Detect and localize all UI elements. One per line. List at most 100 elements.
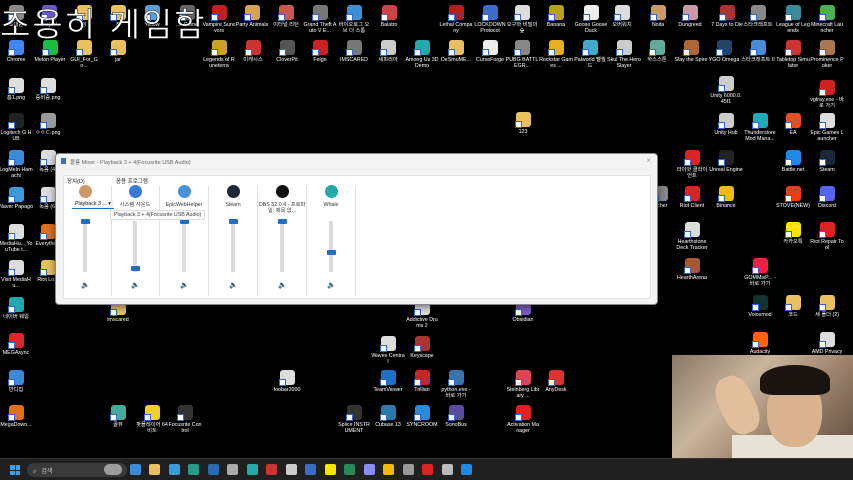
mute-button[interactable]: 🔈 bbox=[81, 281, 90, 289]
mute-button[interactable]: 🔈 bbox=[327, 281, 336, 289]
desktop-icon[interactable]: Steam bbox=[810, 150, 844, 173]
desktop-icon[interactable]: Party Animals bbox=[235, 5, 269, 28]
desktop-icon[interactable]: Discord bbox=[810, 186, 844, 209]
desktop-icon[interactable]: MediaHu... YouTube t... bbox=[0, 224, 33, 254]
desktop-icon[interactable]: 네이버 웨일 bbox=[0, 297, 33, 320]
desktop-icon[interactable]: Rockstar Games ... bbox=[539, 40, 573, 70]
desktop-icon[interactable]: Vampire Survivors bbox=[202, 5, 236, 35]
desktop-icon[interactable]: Tabletop Simulator bbox=[776, 40, 810, 70]
desktop-icon[interactable]: 오구와 비밀의 숲 bbox=[505, 5, 539, 35]
desktop-icon[interactable]: CloverPit bbox=[270, 40, 304, 63]
desktop-icon[interactable]: Visit MediaHu... bbox=[0, 260, 33, 290]
taskbar-obs-icon[interactable] bbox=[266, 464, 277, 475]
desktop-icon[interactable]: Goose Goose Duck bbox=[574, 5, 608, 35]
taskbar-binance-icon[interactable] bbox=[383, 464, 394, 475]
taskbar-kakaotalk-icon[interactable] bbox=[324, 464, 336, 475]
desktop-icon[interactable]: CurseForge bbox=[473, 40, 507, 63]
desktop-icon[interactable]: Steinberg Library ... bbox=[506, 370, 540, 400]
taskbar-whale-icon[interactable] bbox=[246, 464, 258, 475]
desktop-icon[interactable]: Logitech G HUB bbox=[0, 113, 33, 143]
volume-slider-thumb[interactable] bbox=[131, 265, 140, 271]
desktop-icon[interactable]: 7 Days to Die bbox=[710, 5, 744, 28]
desktop-icon[interactable]: Balatro bbox=[372, 5, 406, 28]
taskbar-app-gray-icon[interactable] bbox=[227, 464, 238, 475]
desktop-icon[interactable]: Grand Theft Auto V E... bbox=[303, 5, 337, 35]
taskbar-discord-icon[interactable] bbox=[363, 464, 375, 475]
desktop-icon[interactable]: DeSmuME... bbox=[439, 40, 473, 63]
desktop-icon[interactable]: HearthArena bbox=[675, 258, 709, 281]
desktop-icon[interactable]: Cubase 13 bbox=[371, 405, 405, 428]
desktop-icon[interactable]: Noita bbox=[641, 5, 675, 28]
volume-slider-thumb[interactable] bbox=[278, 219, 287, 224]
desktop-icon[interactable]: 하스스톤 bbox=[640, 40, 674, 63]
desktop-icon[interactable]: Voicemod bbox=[743, 295, 777, 318]
start-button[interactable] bbox=[10, 465, 20, 475]
desktop-icon[interactable]: Binance bbox=[709, 186, 743, 209]
desktop-icon[interactable]: IMSCARED bbox=[337, 40, 371, 63]
taskbar-edge-icon[interactable] bbox=[188, 464, 199, 475]
taskbar-riot-icon[interactable] bbox=[422, 464, 433, 475]
desktop-icon[interactable]: 흠1.png bbox=[0, 78, 33, 101]
desktop-icon[interactable]: Unity Hub bbox=[709, 113, 743, 136]
desktop-icon[interactable]: 오버워치 bbox=[605, 5, 639, 28]
volume-slider[interactable] bbox=[280, 221, 284, 272]
desktop-icon[interactable]: 반디집 bbox=[0, 370, 33, 393]
desktop-icon[interactable]: Skul The Hero Slayer bbox=[607, 40, 641, 70]
volume-slider-thumb[interactable] bbox=[327, 249, 336, 255]
desktop-icon[interactable]: 미캐시스 bbox=[236, 40, 270, 63]
desktop-icon[interactable]: Banana bbox=[539, 5, 573, 28]
desktop-icon[interactable]: 중비중.png bbox=[31, 78, 65, 101]
volume-slider[interactable] bbox=[182, 221, 186, 272]
desktop-icon[interactable]: Audacity bbox=[743, 332, 777, 355]
taskbar-epic-icon[interactable] bbox=[402, 464, 414, 475]
desktop-icon[interactable]: MegaDown... bbox=[0, 405, 33, 428]
desktop-icon[interactable]: SonoBus bbox=[439, 405, 473, 428]
desktop-icon[interactable]: League of Legends bbox=[776, 5, 810, 35]
desktop-icon[interactable]: Unreal Engine bbox=[709, 150, 743, 173]
desktop-icon[interactable]: 꿀뷰 bbox=[101, 405, 135, 428]
desktop-icon[interactable]: LogMeIn Hamachi bbox=[0, 150, 33, 180]
desktop-icon[interactable]: Riot Client bbox=[675, 186, 709, 209]
desktop-icon[interactable]: 123 bbox=[506, 112, 540, 135]
desktop-icon[interactable]: 스타크래프트 II bbox=[741, 40, 775, 63]
volume-slider-thumb[interactable] bbox=[229, 219, 238, 224]
mute-button[interactable]: 🔈 bbox=[229, 281, 238, 289]
desktop-icon[interactable]: Legends of Runeterra bbox=[202, 40, 236, 70]
volume-slider[interactable] bbox=[133, 221, 137, 272]
desktop-icon[interactable]: 카카오톡 bbox=[776, 222, 810, 245]
desktop-icon[interactable]: 이터널 리턴 bbox=[269, 5, 303, 28]
title-bar[interactable]: 볼륨 Mixer - Playback 3 + 4(Focusrite USB … bbox=[56, 154, 657, 168]
desktop-icon[interactable]: 라이엇 클라이언트 bbox=[675, 150, 709, 180]
desktop-icon[interactable]: Prominence Poker bbox=[810, 40, 844, 70]
taskbar-app-light-icon[interactable] bbox=[441, 464, 453, 475]
desktop-icon[interactable]: Minecraft Launcher bbox=[810, 5, 844, 35]
mute-button[interactable]: 🔈 bbox=[180, 281, 189, 289]
close-button[interactable]: × bbox=[646, 156, 651, 165]
desktop-icon[interactable]: Activation Manager bbox=[506, 405, 540, 435]
desktop-icon[interactable]: Lethal Company bbox=[439, 5, 473, 35]
desktop-icon[interactable]: vgtray.exe - 바로 가기 bbox=[810, 80, 844, 110]
mute-button[interactable]: 🔈 bbox=[131, 281, 140, 289]
taskbar-file-explorer-icon[interactable] bbox=[149, 464, 160, 475]
desktop-icon[interactable]: 스타크래프트 bbox=[741, 5, 775, 28]
desktop-icon[interactable]: Focusrite Control bbox=[168, 405, 202, 435]
desktop-icon[interactable]: TeamViewer bbox=[371, 370, 405, 393]
taskbar-app-blue-icon[interactable] bbox=[207, 464, 219, 475]
desktop-icon[interactable]: GOMMixP... - 바로 가기 bbox=[743, 258, 777, 288]
desktop-icon[interactable]: Riot Repair Tool bbox=[810, 222, 844, 252]
taskbar-photos-icon[interactable] bbox=[129, 464, 141, 475]
desktop-icon[interactable]: MEGAsync bbox=[0, 333, 33, 356]
desktop-icon[interactable]: STOVE(NEW) bbox=[776, 186, 810, 209]
volume-slider[interactable] bbox=[83, 221, 87, 272]
device-select[interactable]: Playback 3 ... ▾ bbox=[72, 200, 114, 209]
desktop-icon[interactable]: 코드 bbox=[776, 295, 810, 318]
desktop-icon[interactable]: 바이오로그 오브 더 스톰 bbox=[337, 5, 371, 35]
desktop-icon[interactable]: 팟플레이어 64 비트 bbox=[135, 405, 169, 435]
taskbar-notepad-icon[interactable] bbox=[168, 464, 180, 475]
desktop-icon[interactable]: EA bbox=[776, 113, 810, 136]
desktop-icon[interactable]: Palworld 팰월드 bbox=[573, 40, 607, 70]
volume-slider-thumb[interactable] bbox=[81, 219, 90, 224]
desktop-icon[interactable]: Keyscape bbox=[405, 336, 439, 359]
taskbar-steam-icon[interactable] bbox=[305, 464, 316, 475]
desktop-icon[interactable]: Slay the Spire bbox=[674, 40, 708, 63]
